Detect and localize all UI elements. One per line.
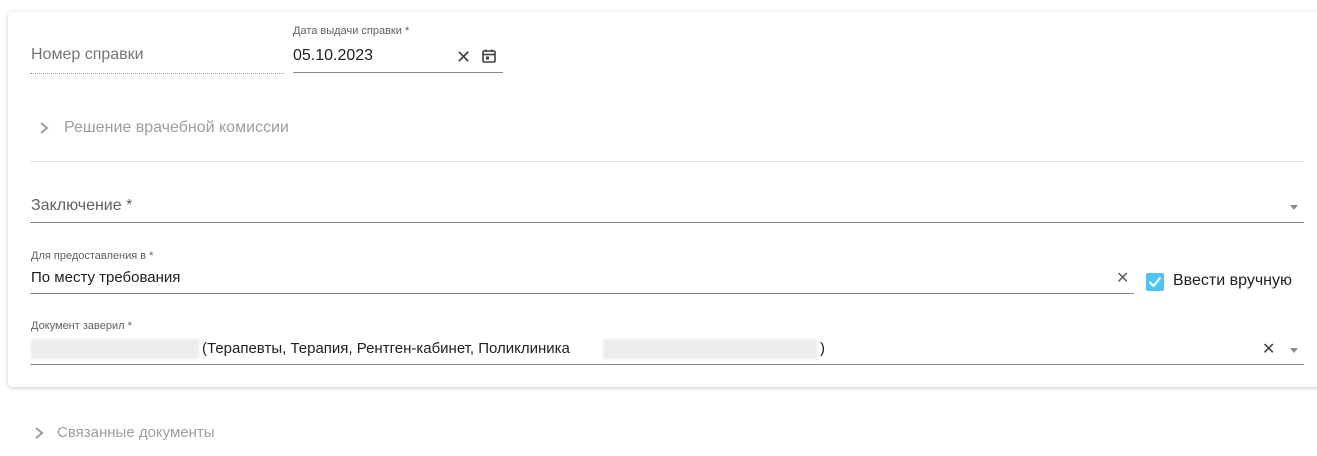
certificate-form-card <box>8 12 1317 387</box>
conclusion-select[interactable]: Заключение * <box>31 197 132 215</box>
dropdown-arrow-icon[interactable] <box>1290 205 1298 210</box>
check-icon <box>1148 276 1162 288</box>
chevron-right-icon <box>40 122 49 134</box>
provided-to-input[interactable]: По месту требования <box>31 269 180 286</box>
issue-date-input[interactable]: 05.10.2023 <box>293 47 373 65</box>
issue-date-label: Дата выдачи справки * <box>293 25 410 37</box>
chevron-right-icon <box>35 426 44 439</box>
certified-by-value[interactable]: (Терапевты, Терапия, Рентген-кабинет, По… <box>202 340 570 357</box>
certified-by-underline <box>30 364 1304 365</box>
clear-certified-by-icon[interactable]: ✕ <box>1262 341 1275 359</box>
provided-to-label: Для предоставления в * <box>31 250 154 262</box>
manual-entry-checkbox[interactable] <box>1146 273 1164 291</box>
redacted-clinic <box>603 339 817 359</box>
conclusion-underline <box>30 222 1304 223</box>
manual-entry-label: Ввести вручную <box>1173 272 1292 289</box>
related-documents-label: Связанные документы <box>57 424 215 441</box>
clear-date-icon[interactable]: ✕ <box>456 48 471 66</box>
certified-by-label: Документ заверил * <box>31 320 132 332</box>
commission-section-header[interactable]: Решение врачебной комиссии <box>38 119 289 137</box>
certificate-number-underline <box>30 73 284 74</box>
issue-date-underline <box>293 72 503 73</box>
calendar-icon[interactable] <box>481 48 497 64</box>
clear-provided-to-icon[interactable]: ✕ <box>1116 270 1129 288</box>
certificate-number-field[interactable]: Номер справки <box>31 46 144 64</box>
certified-by-dropdown-icon[interactable] <box>1290 348 1298 353</box>
certified-by-value-tail: ) <box>820 340 825 357</box>
provided-to-underline <box>30 293 1134 294</box>
commission-section-label: Решение врачебной комиссии <box>64 119 289 136</box>
redacted-name <box>31 339 199 359</box>
related-documents-header[interactable]: Связанные документы <box>33 424 215 441</box>
section-divider <box>30 161 1304 162</box>
